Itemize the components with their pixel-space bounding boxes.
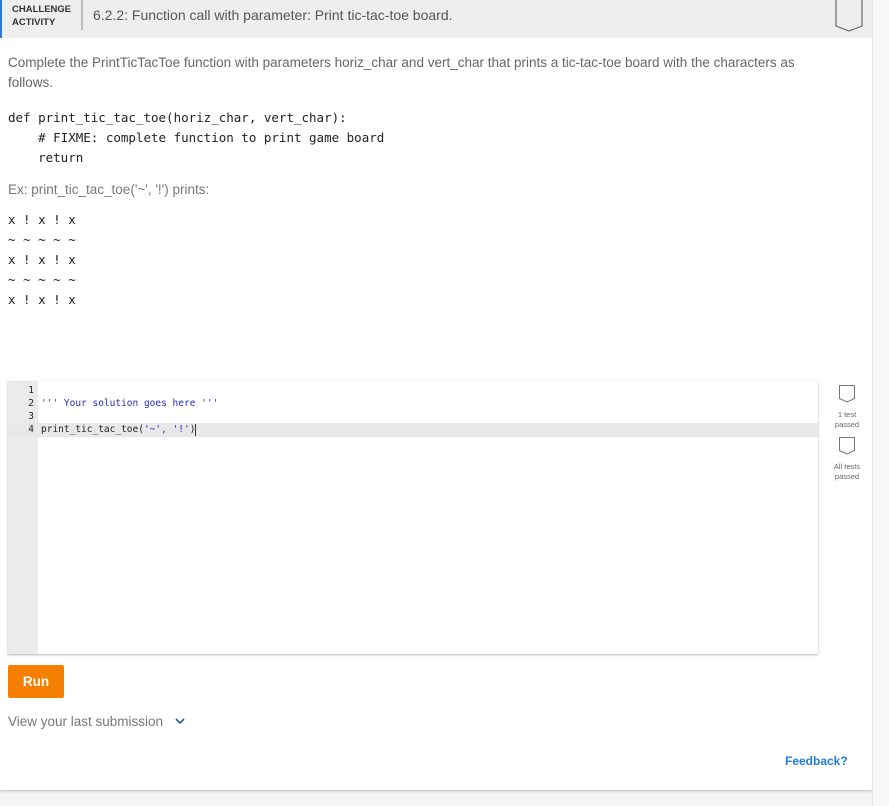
- line-text[interactable]: ''' Your solution goes here ''': [41, 397, 218, 411]
- editor-line[interactable]: 2 ''' Your solution goes here ''': [8, 397, 818, 411]
- page-scroll-margin: [872, 0, 889, 806]
- output-line: x ! x ! x: [8, 290, 76, 310]
- all-tests-badge-icon: [839, 437, 855, 455]
- badge-label-line: passed: [827, 420, 867, 430]
- output-line: x ! x ! x: [8, 210, 76, 230]
- line-number: 4: [8, 423, 34, 437]
- test-badge-label: 1 test passed: [827, 410, 867, 430]
- activity-title: 6.2.2: Function call with parameter: Pri…: [93, 7, 453, 23]
- all-tests-badge-label: All tests passed: [827, 462, 867, 482]
- code-editor[interactable]: 1 2 ''' Your solution goes here ''' 3 4 …: [8, 381, 818, 654]
- editor-line-active[interactable]: 4 print_tic_tac_toe('~', '!'): [8, 423, 818, 437]
- text-cursor: [195, 424, 196, 436]
- run-button[interactable]: Run: [8, 665, 64, 698]
- code-line: def print_tic_tac_toe(horiz_char, vert_c…: [8, 108, 384, 128]
- line-number: 3: [8, 410, 34, 424]
- line-text[interactable]: print_tic_tac_toe('~', '!'): [41, 423, 196, 437]
- badge-label-line: 1 test: [827, 410, 867, 420]
- example-label: Ex: print_tic_tac_toe('~', '!') prints:: [8, 182, 209, 197]
- challenge-activity-card: CHALLENGE ACTIVITY 6.2.2: Function call …: [0, 0, 872, 790]
- function-name: print_tic_tac_toe(: [41, 424, 144, 435]
- line-number: 2: [8, 397, 34, 411]
- output-line: ~ ~ ~ ~ ~: [8, 230, 76, 250]
- header-divider: [81, 0, 83, 30]
- chevron-down-icon: [175, 718, 185, 725]
- code-line: # FIXME: complete function to print game…: [8, 128, 384, 148]
- output-line: ~ ~ ~ ~ ~: [8, 270, 76, 290]
- output-line: x ! x ! x: [8, 250, 76, 270]
- editor-line[interactable]: 3: [8, 410, 818, 424]
- function-args: '~', '!': [144, 424, 190, 435]
- badge-label-line: passed: [827, 472, 867, 482]
- feedback-link[interactable]: Feedback?: [785, 754, 848, 768]
- code-line: return: [8, 148, 384, 168]
- activity-type-label: CHALLENGE ACTIVITY: [12, 3, 71, 29]
- test-badge-icon: [839, 385, 855, 403]
- view-submission-label: View your last submission: [8, 714, 163, 729]
- code-template: def print_tic_tac_toe(horiz_char, vert_c…: [8, 108, 384, 168]
- activity-type-line1: CHALLENGE: [12, 3, 71, 16]
- activity-header: CHALLENGE ACTIVITY 6.2.2: Function call …: [0, 0, 874, 38]
- badge-label-line: All tests: [827, 462, 867, 472]
- editor-line[interactable]: 1: [8, 384, 818, 398]
- activity-type-line2: ACTIVITY: [12, 16, 71, 29]
- view-last-submission-toggle[interactable]: View your last submission: [8, 714, 185, 729]
- completion-badge-icon: [835, 0, 863, 32]
- line-number: 1: [8, 384, 34, 398]
- example-output: x ! x ! x~ ~ ~ ~ ~x ! x ! x~ ~ ~ ~ ~x ! …: [8, 210, 76, 310]
- problem-description: Complete the PrintTicTacToe function wit…: [8, 53, 828, 93]
